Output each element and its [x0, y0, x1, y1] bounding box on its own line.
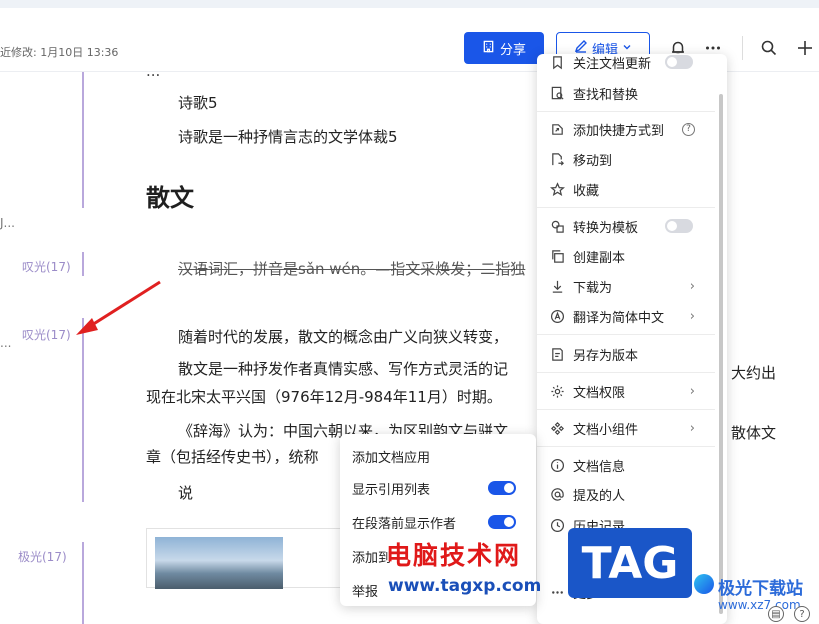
paragraph: 说 — [178, 484, 194, 502]
landscape-image — [155, 537, 283, 589]
share-label: 分享 — [499, 42, 526, 58]
history-icon — [549, 517, 565, 533]
plus-icon[interactable] — [791, 34, 819, 62]
watermark-site-logo — [694, 574, 714, 594]
chevron-right-icon: › — [689, 278, 695, 294]
download-icon — [549, 278, 565, 294]
find-replace-icon — [549, 85, 565, 101]
menu-item-move-to[interactable]: 移动到 — [537, 145, 715, 173]
bookmark-icon — [549, 54, 565, 70]
version-icon — [549, 346, 565, 362]
menu-item-convert-template[interactable]: 转换为模板 — [537, 212, 715, 240]
menu-item-widgets[interactable]: 文档小组件 › — [537, 414, 715, 442]
top-strip — [0, 0, 819, 8]
comment-author[interactable]: 叹光(17) — [22, 326, 71, 343]
menu-scrollbar[interactable] — [719, 94, 723, 614]
menu-divider — [537, 207, 715, 208]
building-icon — [482, 40, 495, 57]
paragraph: 散文是一种抒发作者真情实感、写作方式灵活的记 — [178, 360, 509, 378]
menu-item-save-version[interactable]: 另存为版本 — [537, 340, 715, 368]
menu-item-follow-updates[interactable]: 关注文档更新 — [537, 54, 715, 76]
menu-item-mentioned-people[interactable]: 提及的人 — [537, 480, 715, 508]
shortcut-icon — [549, 121, 565, 137]
comment-truncated[interactable]: ... — [0, 336, 11, 350]
paragraph-tail: 散体文 — [731, 424, 777, 442]
menu-item-favorite[interactable]: 收藏 — [537, 175, 715, 203]
move-icon — [549, 151, 565, 167]
translate-icon — [549, 308, 565, 324]
submenu-item-show-author[interactable]: 在段落前显示作者 — [352, 508, 528, 536]
feedback-icon[interactable]: ▤ — [768, 606, 784, 622]
chevron-right-icon: › — [689, 383, 695, 399]
red-arrow-annotation — [76, 280, 161, 335]
doc-line-top: ... — [146, 72, 160, 80]
copy-icon — [549, 248, 565, 264]
permission-icon — [549, 383, 565, 399]
section-heading: 散文 — [146, 184, 194, 212]
comment-truncated[interactable]: J... — [0, 216, 15, 230]
menu-item-create-copy[interactable]: 创建副本 — [537, 242, 715, 270]
menu-item-download-as[interactable]: 下载为 › — [537, 272, 715, 300]
comment-bar — [82, 318, 84, 502]
chevron-right-icon: › — [689, 308, 695, 324]
menu-item-add-shortcut[interactable]: 添加快捷方式到 ? — [537, 115, 715, 143]
comment-bar — [82, 252, 84, 276]
paragraph-tail: 大约出 — [731, 364, 777, 382]
more-icon — [549, 584, 565, 600]
comment-author[interactable]: 叹光(17) — [22, 258, 71, 275]
show-references-toggle[interactable] — [488, 481, 516, 495]
strikethrough-line: 汉语词汇，拼音是sǎn wén。—指文采焕发；二指独 — [178, 260, 526, 278]
submenu-item-add-app[interactable]: 添加文档应用 — [352, 442, 528, 470]
menu-divider — [537, 446, 715, 447]
menu-item-find-replace[interactable]: 查找和替换 — [537, 79, 715, 107]
show-author-toggle[interactable] — [488, 515, 516, 529]
last-modified-text: 近修改: 1月10日 13:36 — [0, 46, 119, 59]
menu-item-doc-info[interactable]: 文档信息 — [537, 451, 715, 479]
watermark-tag-logo: TAG — [568, 528, 692, 598]
comment-author[interactable]: 极光(17) — [18, 548, 67, 565]
watermark-site-name: 极光下载站 — [718, 579, 803, 599]
star-icon — [549, 181, 565, 197]
mention-icon — [549, 486, 565, 502]
menu-divider — [537, 409, 715, 410]
paragraph: 随着时代的发展，散文的概念由广义向狭义转变， — [178, 328, 509, 346]
search-icon[interactable] — [755, 34, 783, 62]
watermark-site-url: www.xz7.com — [718, 598, 801, 612]
header-separator — [742, 36, 743, 60]
comment-bar — [82, 72, 84, 208]
follow-updates-toggle[interactable] — [665, 55, 693, 69]
poem-title: 诗歌5 — [178, 94, 218, 112]
menu-item-translate[interactable]: 翻译为简体中文 › — [537, 302, 715, 330]
submenu-item-show-references[interactable]: 显示引用列表 — [352, 474, 528, 502]
template-icon — [549, 218, 565, 234]
convert-template-toggle[interactable] — [665, 219, 693, 233]
menu-item-permissions[interactable]: 文档权限 › — [537, 377, 715, 405]
menu-divider — [537, 111, 715, 112]
watermark-url: www.tagxp.com — [388, 576, 542, 596]
share-button[interactable]: 分享 — [464, 32, 544, 64]
paragraph: 章（包括经传史书），统称 — [146, 448, 319, 466]
menu-divider — [537, 334, 715, 335]
info-icon — [549, 457, 565, 473]
widget-icon — [549, 420, 565, 436]
help-icon[interactable]: ? — [682, 122, 695, 136]
menu-divider — [537, 372, 715, 373]
watermark-title: 电脑技术网 — [386, 541, 522, 570]
chevron-right-icon: › — [689, 420, 695, 436]
help-circle-icon[interactable]: ? — [794, 606, 810, 622]
paragraph: 现在北宋太平兴国（976年12月-984年11月）时期。 — [146, 388, 502, 406]
poem-body: 诗歌是一种抒情言志的文学体裁5 — [178, 128, 398, 146]
comment-bar — [82, 542, 84, 624]
